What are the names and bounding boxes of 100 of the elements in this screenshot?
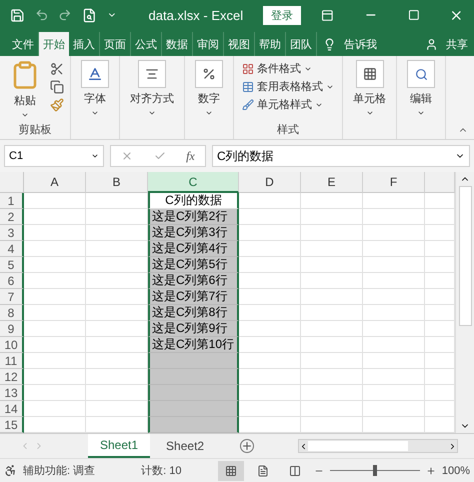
row-header[interactable]: 10: [0, 337, 24, 353]
column-header[interactable]: D: [239, 172, 301, 193]
search-icon: [414, 68, 428, 80]
table-cell: 这是C列第10行: [148, 337, 239, 353]
table-cell: [363, 385, 425, 401]
table-cell: 这是C列第5行: [148, 257, 239, 273]
row-header[interactable]: 1: [0, 193, 24, 209]
count-status: 计数: 10: [141, 464, 182, 478]
row-header[interactable]: 12: [0, 369, 24, 385]
cells-button[interactable]: 单元格: [349, 60, 390, 117]
table-cell: [24, 337, 86, 353]
scroll-left-icon: [299, 442, 308, 450]
maximize-icon[interactable]: [408, 9, 420, 21]
font-button[interactable]: 字体: [77, 60, 113, 117]
login-button[interactable]: 登录: [263, 6, 302, 24]
table-cell: [363, 209, 425, 225]
table-cell: [301, 193, 363, 209]
table-cell: [239, 369, 301, 385]
row-header[interactable]: 11: [0, 353, 24, 369]
grid-icon: [362, 67, 376, 81]
share-button[interactable]: 共享: [419, 32, 474, 56]
editing-button[interactable]: 编辑: [403, 60, 439, 117]
table-cell: 这是C列第3行: [148, 225, 239, 241]
table-cell: [239, 241, 301, 257]
row-header[interactable]: 8: [0, 305, 24, 321]
zoom-slider-thumb[interactable]: [372, 465, 377, 476]
style-menu-button[interactable]: 条件格式: [240, 60, 314, 77]
table-cell: [239, 337, 301, 353]
ribbon-tab[interactable]: 开始: [39, 32, 69, 56]
save-icon[interactable]: [10, 8, 25, 22]
column-header[interactable]: C: [148, 172, 239, 193]
table-cell: C列的数据: [148, 193, 239, 209]
undo-icon[interactable]: [34, 8, 48, 22]
cut-icon[interactable]: [50, 62, 64, 76]
paste-button[interactable]: 粘贴: [6, 60, 44, 119]
row-header[interactable]: 14: [0, 401, 24, 417]
lightbulb-icon: [323, 38, 336, 50]
row-header[interactable]: 6: [0, 273, 24, 289]
table-cell: [363, 337, 425, 353]
table-cell: 这是C列第8行: [148, 305, 239, 321]
table-cell: [24, 353, 86, 369]
row-header[interactable]: 2: [0, 209, 24, 225]
grid-icon: [224, 464, 237, 476]
table-cell: [24, 225, 86, 241]
formula-input[interactable]: C列的数据: [212, 145, 470, 167]
column-header[interactable]: E: [301, 172, 363, 193]
sheet-tab[interactable]: Sheet1: [88, 434, 150, 458]
table-cell: 这是C列第6行: [148, 273, 239, 289]
horizontal-scrollbar[interactable]: [298, 439, 458, 453]
number-button[interactable]: 数字: [191, 60, 227, 117]
column-header[interactable]: A: [24, 172, 86, 193]
table-cell: [301, 273, 363, 289]
row-header[interactable]: 7: [0, 289, 24, 305]
row-header[interactable]: 5: [0, 257, 24, 273]
name-box[interactable]: C1: [4, 145, 104, 167]
table-cell: [301, 369, 363, 385]
table-cell: [301, 209, 363, 225]
print-preview-icon[interactable]: [82, 8, 97, 22]
accessibility-status: 辅助功能: 调查: [23, 464, 96, 478]
table-cell: [24, 289, 86, 305]
table-cell: [239, 385, 301, 401]
window-title: data.xlsx - Excel: [148, 8, 244, 22]
style-menu-button[interactable]: 套用表格格式: [240, 78, 336, 95]
row-header[interactable]: 9: [0, 321, 24, 337]
columns-icon: [288, 464, 301, 476]
scrollbar-thumb[interactable]: [458, 186, 472, 326]
column-header[interactable]: F: [363, 172, 425, 193]
tell-me-button[interactable]: 告诉我: [317, 32, 383, 56]
row-header[interactable]: 15: [0, 417, 24, 433]
table-cell: [363, 193, 425, 209]
table-cell: [24, 241, 86, 257]
row-header[interactable]: 3: [0, 225, 24, 241]
table-cell: [239, 353, 301, 369]
style-menu-button[interactable]: 单元格样式: [240, 96, 325, 113]
table-cell: [301, 321, 363, 337]
table-cell: [363, 225, 425, 241]
caret-icon: [366, 109, 374, 117]
table-cell: 这是C列第4行: [148, 241, 239, 257]
table-cell: [239, 209, 301, 225]
view-button[interactable]: [218, 460, 244, 480]
person-icon: [425, 38, 438, 50]
row-header[interactable]: 4: [0, 241, 24, 257]
scrollbar-thumb[interactable]: [308, 441, 408, 451]
table-cell: [239, 273, 301, 289]
copy-icon[interactable]: [50, 80, 64, 94]
ribbon-display-icon[interactable]: [321, 8, 334, 22]
insert-function-button[interactable]: fx: [186, 148, 195, 164]
caret-icon: [148, 109, 156, 117]
alignment-button[interactable]: 对齐方式: [126, 60, 178, 117]
table-cell: [363, 321, 425, 337]
row-header[interactable]: 13: [0, 385, 24, 401]
table-cell: [24, 369, 86, 385]
zoom-in-icon[interactable]: [426, 466, 436, 476]
redo-icon[interactable]: [58, 8, 72, 22]
sheet-tab[interactable]: Sheet2: [154, 434, 216, 458]
add-sheet-icon[interactable]: [240, 439, 254, 453]
column-header[interactable]: B: [86, 172, 148, 193]
vertical-scrollbar[interactable]: [455, 172, 474, 433]
caret-icon: [205, 109, 213, 117]
table-cell: [239, 225, 301, 241]
